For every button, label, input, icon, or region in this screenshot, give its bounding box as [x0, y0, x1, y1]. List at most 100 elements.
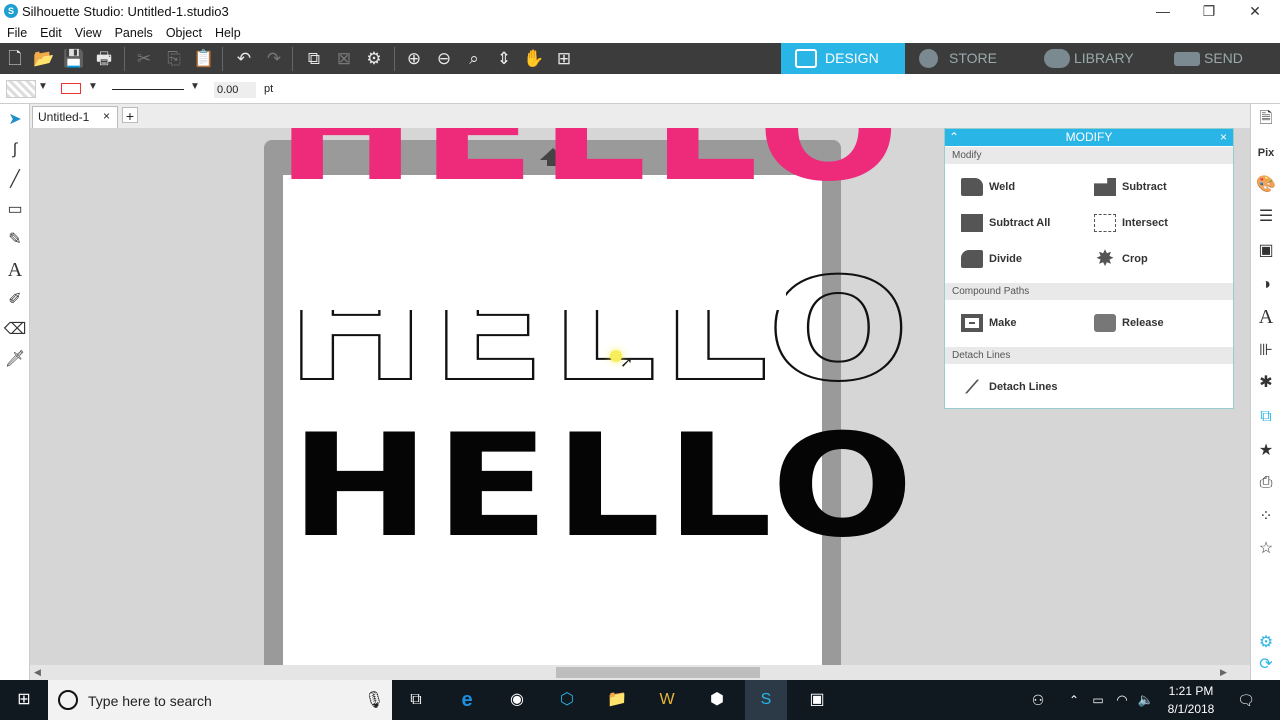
- replicate-icon[interactable]: ⁘: [1254, 504, 1278, 530]
- ungroup-icon[interactable]: ⊠: [332, 48, 356, 70]
- pan-hand-icon[interactable]: ✋: [522, 48, 546, 70]
- new-file-icon[interactable]: 🗋: [3, 48, 27, 70]
- taskbar-search[interactable]: Type here to search 🎙: [48, 680, 392, 720]
- document-tab-close[interactable]: ×: [103, 109, 110, 123]
- trace-icon[interactable]: ◑: [1254, 272, 1278, 298]
- silhouette-studio-taskbar-icon[interactable]: S: [745, 680, 787, 720]
- edge-icon[interactable]: e: [455, 688, 479, 712]
- modify-icon[interactable]: ⧉: [1254, 404, 1278, 430]
- people-icon[interactable]: ⚇: [1026, 688, 1050, 712]
- volume-icon[interactable]: 🔈: [1134, 688, 1158, 712]
- collapse-icon[interactable]: ⌃: [949, 129, 959, 146]
- line-style-icon[interactable]: ☰: [1254, 204, 1278, 230]
- copy-icon[interactable]: ⎘: [162, 48, 186, 70]
- line-width-input[interactable]: 0.00: [214, 82, 256, 98]
- line-color-dropdown-icon[interactable]: ▼: [88, 81, 98, 92]
- knife-tool-icon[interactable]: 🗡: [3, 348, 27, 372]
- open-folder-icon[interactable]: 📂: [32, 48, 56, 70]
- pencil-tool-icon[interactable]: ✎: [3, 228, 27, 252]
- fill-dropdown-icon[interactable]: ▼: [38, 81, 48, 92]
- menu-panels[interactable]: Panels: [108, 23, 159, 40]
- crop-button[interactable]: ✸ Crop: [1094, 247, 1148, 271]
- release-compound-button[interactable]: Release: [1094, 311, 1164, 335]
- menu-help[interactable]: Help: [208, 23, 247, 40]
- wifi-icon[interactable]: ◠: [1110, 688, 1134, 712]
- scroll-left-icon[interactable]: ◀: [34, 667, 41, 678]
- undo-icon[interactable]: ↶: [232, 48, 256, 70]
- horizontal-scrollbar[interactable]: ◀ ▶: [30, 665, 1250, 680]
- design-store-star-icon[interactable]: ☆: [1254, 536, 1278, 562]
- tab-design[interactable]: DESIGN: [781, 43, 905, 74]
- image-effects-icon[interactable]: ▣: [1254, 238, 1278, 264]
- hello-text-pink[interactable]: HELLO: [276, 128, 904, 202]
- line-tool-icon[interactable]: ╱: [3, 168, 27, 192]
- eraser-tool-icon[interactable]: ⌫: [3, 318, 27, 342]
- show-hidden-icons[interactable]: ⌃: [1062, 688, 1086, 712]
- file-explorer-icon[interactable]: 📁: [605, 688, 629, 712]
- clock-date[interactable]: 8/1/2018: [1160, 702, 1222, 716]
- weld-button[interactable]: Weld: [961, 175, 1015, 199]
- zoom-select-icon[interactable]: ⌕: [462, 48, 486, 70]
- page-setup-icon[interactable]: 🗎: [1254, 106, 1278, 132]
- print-icon[interactable]: 🖶: [92, 48, 116, 70]
- zoom-in-icon[interactable]: ⊕: [402, 48, 426, 70]
- offset-star-icon[interactable]: ★: [1254, 438, 1278, 464]
- minimize-button[interactable]: —: [1140, 0, 1186, 23]
- zoom-page-icon[interactable]: ⊞: [552, 48, 576, 70]
- make-compound-button[interactable]: Make: [961, 311, 1017, 335]
- tab-library[interactable]: LIBRARY: [1030, 43, 1160, 74]
- text-tool-icon[interactable]: A: [3, 258, 27, 282]
- line-style-sample[interactable]: [112, 89, 184, 90]
- windows-start-icon[interactable]: ⊞: [12, 688, 36, 712]
- subtract-button[interactable]: Subtract: [1094, 175, 1167, 199]
- intersect-button[interactable]: Intersect: [1094, 211, 1168, 235]
- point-edit-icon[interactable]: ∫: [3, 138, 27, 162]
- paste-icon[interactable]: 📋: [192, 48, 216, 70]
- line-color-swatch[interactable]: [61, 83, 81, 94]
- zoom-out-icon[interactable]: ⊖: [432, 48, 456, 70]
- subtract-all-button[interactable]: Subtract All: [961, 211, 1050, 235]
- microphone-icon[interactable]: 🎙: [364, 690, 384, 710]
- menu-edit[interactable]: Edit: [33, 23, 68, 40]
- scroll-thumb[interactable]: [556, 667, 760, 678]
- app-pinned-icon[interactable]: ⬢: [705, 688, 729, 712]
- app-window-icon[interactable]: ▣: [805, 688, 829, 712]
- action-center-icon[interactable]: 🗨: [1234, 688, 1258, 712]
- fit-to-page-icon[interactable]: ⇕: [492, 48, 516, 70]
- fill-color-icon[interactable]: 🎨: [1254, 172, 1278, 198]
- menu-object[interactable]: Object: [159, 23, 208, 40]
- scroll-right-icon[interactable]: ▶: [1220, 667, 1227, 678]
- redo-icon[interactable]: ↷: [262, 48, 286, 70]
- menu-file[interactable]: File: [0, 23, 33, 40]
- app-hex-icon[interactable]: ⬡: [555, 688, 579, 712]
- select-arrow-icon[interactable]: ➤: [3, 108, 27, 132]
- modify-panel-close[interactable]: ×: [1220, 129, 1227, 146]
- trace-panel-icon[interactable]: ⎙: [1254, 470, 1278, 496]
- line-style-dropdown-icon[interactable]: ▼: [190, 81, 200, 92]
- align-icon[interactable]: ⊪: [1254, 338, 1278, 364]
- fill-swatch[interactable]: [6, 80, 36, 98]
- chrome-icon[interactable]: ◉: [505, 688, 529, 712]
- add-tab-button[interactable]: +: [122, 107, 138, 124]
- pixscan-icon[interactable]: Pix: [1254, 140, 1278, 166]
- select-all-icon[interactable]: ⚙: [362, 48, 386, 70]
- hello-text-black[interactable]: HELLO: [290, 416, 918, 558]
- close-button[interactable]: ✕: [1232, 0, 1278, 23]
- tab-store[interactable]: STORE: [905, 43, 1030, 74]
- cut-icon[interactable]: ✂: [132, 48, 156, 70]
- wow-icon[interactable]: W: [655, 688, 679, 712]
- task-view-icon[interactable]: ⧉: [404, 688, 428, 712]
- sync-icon[interactable]: ⟳: [1254, 652, 1278, 678]
- fill-tool-icon[interactable]: ✐: [3, 288, 27, 312]
- battery-icon[interactable]: ▭: [1086, 688, 1110, 712]
- group-icon[interactable]: ⧉: [302, 48, 326, 70]
- rectangle-tool-icon[interactable]: ▭: [3, 198, 27, 222]
- maximize-button[interactable]: ❐: [1186, 0, 1232, 23]
- detach-lines-button[interactable]: ⟋ Detach Lines: [961, 375, 1058, 399]
- transform-icon[interactable]: ✱: [1254, 370, 1278, 396]
- document-tab[interactable]: Untitled-1 ×: [32, 106, 118, 128]
- save-icon[interactable]: 💾: [62, 48, 86, 70]
- divide-button[interactable]: Divide: [961, 247, 1022, 271]
- clock-time[interactable]: 1:21 PM: [1160, 684, 1222, 698]
- tab-send[interactable]: SEND: [1160, 43, 1280, 74]
